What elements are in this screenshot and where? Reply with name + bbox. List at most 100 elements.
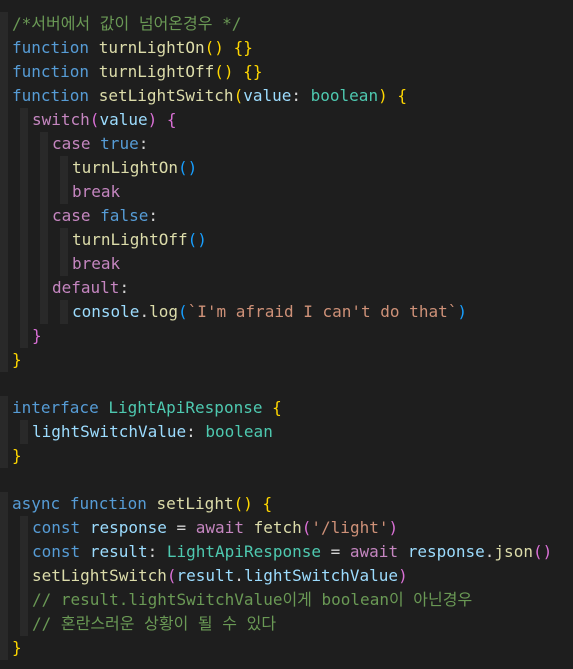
indent-guide — [0, 60, 8, 84]
code-token-keyword: false — [100, 206, 149, 225]
code-line[interactable]: } — [0, 444, 573, 468]
code-token-bracket_pink: ( — [166, 566, 177, 585]
code-line[interactable]: break — [0, 252, 573, 276]
code-line[interactable]: switch(value) { — [0, 108, 573, 132]
code-token-bracket_gold: } — [12, 350, 22, 369]
code-token-control: await — [195, 518, 244, 537]
code-token-keyword: interface — [12, 398, 99, 417]
indent-guide — [0, 588, 8, 612]
code-line[interactable]: const response = await fetch('/light') — [0, 516, 573, 540]
code-token-comment: // result.lightSwitchValue이게 boolean이 아닌… — [32, 590, 473, 609]
code-line[interactable] — [0, 372, 573, 396]
code-token-plain: . — [234, 566, 244, 585]
indent-guide — [20, 564, 28, 588]
code-token-function: turnLightOff — [98, 62, 215, 81]
code-line[interactable]: interface LightApiResponse { — [0, 396, 573, 420]
code-line[interactable]: turnLightOff() — [0, 228, 573, 252]
code-token-variable: console — [72, 302, 140, 321]
code-line[interactable]: async function setLight() { — [0, 492, 573, 516]
code-token-variable: value — [243, 86, 292, 105]
code-token-variable: lightSwitchValue — [243, 566, 399, 585]
code-line[interactable]: case true: — [0, 132, 573, 156]
code-token-type: LightApiResponse — [166, 542, 321, 561]
indent-guide — [0, 516, 8, 540]
indent-guide — [60, 252, 68, 276]
code-line[interactable]: function turnLightOn() {} — [0, 36, 573, 60]
code-token-keyword: function — [12, 86, 90, 105]
code-line[interactable]: const result: LightApiResponse = await r… — [0, 540, 573, 564]
code-token-plain: : — [138, 134, 149, 153]
code-line[interactable] — [0, 468, 573, 492]
code-token-bracket_blue: () — [187, 230, 207, 249]
indent-guide — [0, 252, 8, 276]
code-line[interactable]: // result.lightSwitchValue이게 boolean이 아닌… — [0, 588, 573, 612]
code-token-bracket_gold: {} — [243, 62, 263, 81]
code-line[interactable]: turnLightOn() — [0, 156, 573, 180]
code-token-control: case — [52, 206, 91, 225]
code-token-function: setLightSwitch — [32, 566, 167, 585]
indent-guide — [40, 228, 48, 252]
indent-guide — [0, 324, 8, 348]
indent-guide — [60, 156, 68, 180]
indent-guide — [40, 276, 48, 300]
code-token-keyword: function — [12, 62, 90, 81]
code-line[interactable]: console.log(`I'm afraid I can't do that`… — [0, 300, 573, 324]
indent-guide — [0, 492, 8, 516]
code-line[interactable]: } — [0, 348, 573, 372]
indent-guide — [20, 300, 28, 324]
code-token-type: boolean — [310, 86, 379, 105]
code-line[interactable]: break — [0, 180, 573, 204]
code-token-bracket_gold: { — [272, 398, 282, 417]
code-line[interactable]: default: — [0, 276, 573, 300]
code-token-bracket_pink: ) — [398, 566, 408, 585]
indent-guide — [20, 276, 28, 300]
code-token-comment: /*서버에서 값이 넘어온경우 */ — [12, 14, 242, 33]
code-token-plain: = — [166, 518, 196, 537]
code-line[interactable]: function turnLightOff() {} — [0, 60, 573, 84]
indent-guide — [20, 228, 28, 252]
code-line[interactable]: setLightSwitch(result.lightSwitchValue) — [0, 564, 573, 588]
code-token-function: log — [149, 302, 178, 321]
indent-guide — [40, 132, 48, 156]
code-line[interactable]: case false: — [0, 204, 573, 228]
code-token-plain: : — [291, 86, 311, 105]
code-token-bracket_gold: } — [12, 446, 22, 465]
code-token-function: json — [494, 542, 533, 561]
code-token-function: setLight — [156, 494, 234, 513]
code-line[interactable]: function setLightSwitch(value: boolean) … — [0, 84, 573, 108]
code-token-variable: value — [99, 110, 148, 129]
code-token-keyword: function — [12, 38, 90, 57]
code-token-control: default — [52, 278, 120, 297]
code-token-plain: = — [321, 542, 350, 561]
indent-guide — [20, 252, 28, 276]
code-line[interactable]: } — [0, 636, 573, 660]
code-line[interactable]: } — [0, 324, 573, 348]
indent-guide — [0, 12, 8, 36]
indent-guide — [20, 516, 28, 540]
indent-guide — [20, 324, 28, 348]
code-token-control: break — [72, 254, 121, 273]
code-line[interactable]: lightSwitchValue: boolean — [0, 420, 573, 444]
code-line[interactable]: /*서버에서 값이 넘어온경우 */ — [0, 12, 573, 36]
code-token-bracket_gold: {} — [233, 38, 253, 57]
code-token-variable: response — [407, 542, 485, 561]
indent-guide — [20, 612, 28, 636]
code-token-bracket_pink: ( — [89, 110, 100, 129]
code-token-bracket_gold: () — [204, 38, 224, 57]
code-token-variable: response — [89, 518, 167, 537]
code-token-bracket_gold: } — [12, 638, 22, 657]
code-token-bracket_gold: { — [397, 86, 407, 105]
indent-guide — [0, 444, 8, 468]
code-token-variable: lightSwitchValue — [32, 422, 187, 441]
code-line[interactable]: // 혼란스러운 상황이 될 수 있다 — [0, 612, 573, 636]
code-token-comment: // 혼란스러운 상황이 될 수 있다 — [32, 614, 277, 633]
code-editor[interactable]: /*서버에서 값이 넘어온경우 */ function turnLightOn()… — [0, 12, 573, 660]
